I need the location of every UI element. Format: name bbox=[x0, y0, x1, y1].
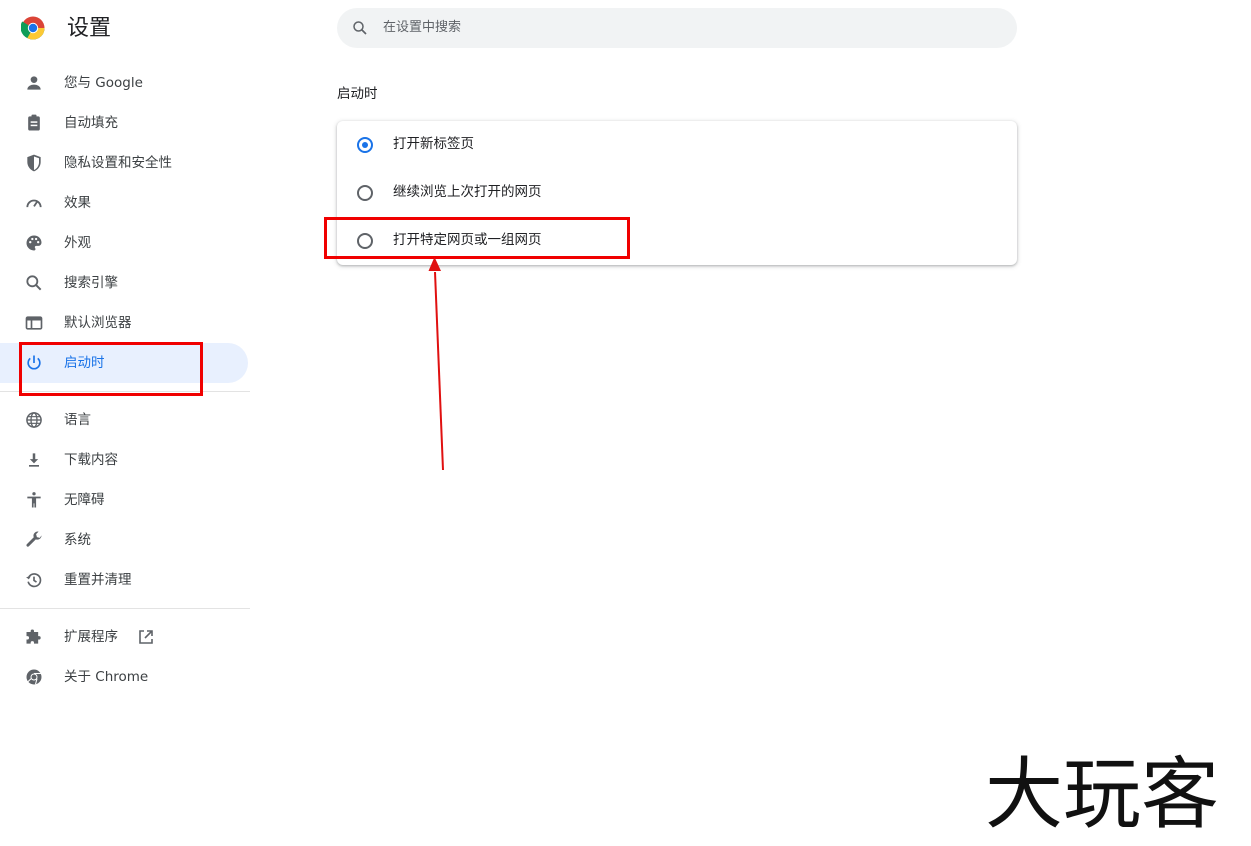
sidebar-item-reset[interactable]: 重置并清理 bbox=[0, 560, 250, 600]
sidebar-item-label: 您与 Google bbox=[64, 75, 143, 91]
sidebar-item-label: 默认浏览器 bbox=[64, 315, 132, 331]
search-icon bbox=[26, 275, 42, 291]
chrome-icon bbox=[26, 669, 42, 685]
sidebar-item-label: 效果 bbox=[64, 195, 91, 211]
option-label: 打开新标签页 bbox=[393, 136, 474, 152]
svg-text:大玩客: 大玩客 bbox=[985, 750, 1219, 835]
sidebar-item-you-and-google[interactable]: 您与 Google bbox=[0, 63, 250, 103]
browser-window-icon bbox=[25, 316, 43, 330]
sidebar-item-search-engine[interactable]: 搜索引擎 bbox=[0, 263, 250, 303]
wrench-icon bbox=[26, 531, 42, 547]
sidebar-item-label: 扩展程序 bbox=[64, 629, 118, 645]
sidebar-item-performance[interactable]: 效果 bbox=[0, 183, 250, 223]
search-input[interactable]: 在设置中搜索 bbox=[337, 8, 1017, 48]
globe-icon bbox=[26, 412, 42, 428]
download-icon bbox=[29, 453, 39, 467]
sidebar-item-label: 外观 bbox=[64, 235, 91, 251]
sidebar-item-label: 关于 Chrome bbox=[64, 669, 149, 685]
option-label: 打开特定网页或一组网页 bbox=[393, 232, 542, 248]
power-icon bbox=[27, 355, 41, 370]
sidebar-item-label: 自动填充 bbox=[64, 115, 118, 131]
sidebar-item-label: 隐私设置和安全性 bbox=[64, 155, 172, 171]
sidebar-item-system[interactable]: 系统 bbox=[0, 520, 250, 560]
sidebar-item-label: 无障碍 bbox=[64, 492, 105, 508]
chrome-logo-icon bbox=[21, 16, 45, 40]
clipboard-icon bbox=[28, 114, 40, 131]
option-open-specific-pages[interactable]: 打开特定网页或一组网页 bbox=[337, 217, 1017, 265]
person-icon bbox=[27, 76, 41, 90]
open-in-new-icon bbox=[139, 630, 153, 644]
section-title: 启动时 bbox=[337, 86, 378, 102]
option-label: 继续浏览上次打开的网页 bbox=[393, 184, 542, 200]
sidebar-item-on-startup[interactable]: 启动时 bbox=[0, 343, 248, 383]
sidebar-item-default-browser[interactable]: 默认浏览器 bbox=[0, 303, 250, 343]
sidebar-divider bbox=[0, 608, 250, 609]
option-open-new-tab[interactable]: 打开新标签页 bbox=[337, 121, 1017, 169]
sidebar-item-downloads[interactable]: 下载内容 bbox=[0, 440, 250, 480]
sidebar-item-appearance[interactable]: 外观 bbox=[0, 223, 250, 263]
startup-options-card: 打开新标签页 继续浏览上次打开的网页 打开特定网页或一组网页 bbox=[337, 121, 1017, 265]
search-icon bbox=[353, 21, 367, 35]
sidebar-item-autofill[interactable]: 自动填充 bbox=[0, 103, 250, 143]
sidebar-item-label: 系统 bbox=[64, 532, 91, 548]
sidebar-item-about-chrome[interactable]: 关于 Chrome bbox=[0, 657, 250, 697]
watermark-logo: 大玩客 bbox=[985, 750, 1219, 835]
sidebar-item-label: 语言 bbox=[64, 412, 91, 428]
sidebar-item-accessibility[interactable]: 无障碍 bbox=[0, 480, 250, 520]
sidebar-item-languages[interactable]: 语言 bbox=[0, 400, 250, 440]
sidebar-item-privacy[interactable]: 隐私设置和安全性 bbox=[0, 143, 250, 183]
palette-icon bbox=[26, 235, 42, 251]
search-placeholder: 在设置中搜索 bbox=[383, 20, 462, 35]
sidebar-item-extensions[interactable]: 扩展程序 bbox=[0, 617, 250, 657]
shield-icon bbox=[27, 154, 41, 172]
sidebar-item-label: 重置并清理 bbox=[64, 572, 132, 588]
radio-button[interactable] bbox=[357, 233, 373, 249]
sidebar-item-label: 启动时 bbox=[64, 355, 105, 371]
accessibility-icon bbox=[27, 492, 41, 508]
radio-button[interactable] bbox=[357, 185, 373, 201]
sidebar: 您与 Google 自动填充 隐私设置和安全性 效果 外观 搜索引擎 默认浏览器… bbox=[0, 63, 250, 697]
option-continue-where-left-off[interactable]: 继续浏览上次打开的网页 bbox=[337, 169, 1017, 217]
sidebar-divider bbox=[0, 391, 250, 392]
sidebar-item-label: 搜索引擎 bbox=[64, 275, 118, 291]
sidebar-item-label: 下载内容 bbox=[64, 452, 118, 468]
page-title: 设置 bbox=[67, 16, 112, 41]
history-icon bbox=[26, 573, 42, 588]
puzzle-icon bbox=[26, 629, 41, 644]
radio-button-checked[interactable] bbox=[357, 137, 373, 153]
speedometer-icon bbox=[26, 199, 42, 208]
